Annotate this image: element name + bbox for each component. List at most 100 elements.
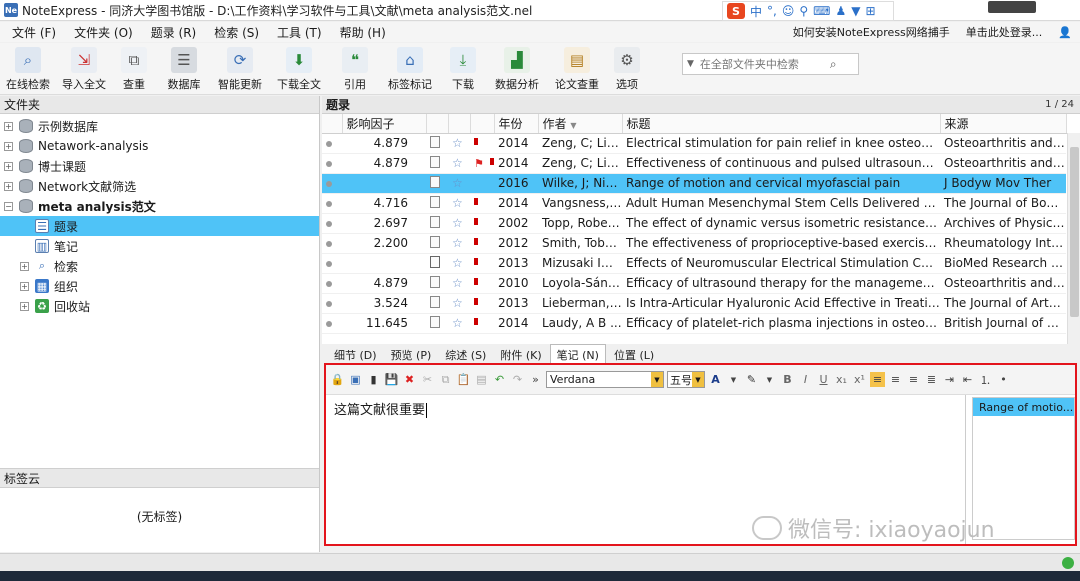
user-icon[interactable]: 👤 (1050, 26, 1080, 39)
document-icon[interactable] (426, 213, 448, 234)
tab-attachments[interactable]: 附件 (K) (494, 345, 547, 365)
tree-item-records[interactable]: ☰ 题录 (0, 216, 319, 236)
online-search-button[interactable]: ⌕ 在线检索 (0, 43, 56, 95)
cite-button[interactable]: ❝ 引用 (330, 43, 380, 95)
attachment-link-icon[interactable] (426, 253, 448, 274)
database-button[interactable]: ☰ 数据库 (156, 43, 212, 95)
star-icon[interactable]: ☆ (448, 313, 470, 334)
indent-icon[interactable]: ⇥ (942, 372, 957, 387)
col-star[interactable] (448, 114, 471, 134)
install-capture-link[interactable]: 如何安装NoteExpress网络捕手 (785, 24, 958, 40)
tab-details[interactable]: 细节 (D) (328, 345, 383, 365)
tree-item-netawork[interactable]: + Netawork-analysis (0, 136, 319, 156)
ime-mic-icon[interactable]: ⚲ (799, 4, 808, 18)
col-year[interactable]: 年份 (494, 114, 539, 134)
tree-item-phd[interactable]: + 博士课题 (0, 156, 319, 176)
ime-punct-icon[interactable]: °, (767, 4, 777, 18)
expand-icon[interactable]: + (4, 141, 13, 151)
flag-cell[interactable] (470, 213, 494, 234)
smart-update-button[interactable]: ⟳ 智能更新 (212, 43, 268, 95)
col-impact-factor[interactable]: 影响因子 (342, 114, 427, 134)
table-row[interactable]: 11.645 ☆ 2014 Laudy, A B ... Efficacy of… (322, 313, 1066, 334)
col-flag[interactable] (470, 114, 495, 134)
insert-icon[interactable]: ▣ (348, 372, 363, 387)
paste-special-icon[interactable]: ▤ (474, 372, 489, 387)
document-icon[interactable] (426, 293, 448, 314)
folder-search-box[interactable]: ▼ ⌕ (682, 53, 859, 75)
ime-emoji-icon[interactable]: ☺ (782, 4, 795, 18)
highlight-icon[interactable]: ✎ (744, 372, 759, 387)
menu-record[interactable]: 题录 (R) (151, 24, 197, 41)
menu-help[interactable]: 帮助 (H) (340, 24, 386, 41)
outdent-icon[interactable]: ⇤ (960, 372, 975, 387)
copy-icon[interactable]: ⧉ (438, 372, 453, 387)
col-title[interactable]: 标题 (622, 114, 941, 134)
font-color-icon[interactable]: A (708, 372, 723, 387)
tab-location[interactable]: 位置 (L) (608, 345, 660, 365)
options-button[interactable]: ⚙ 选项 (606, 43, 648, 95)
star-icon[interactable]: ☆ (448, 213, 470, 234)
red-flag-icon[interactable]: ⚑ (470, 153, 494, 174)
font-size-select[interactable]: 五号 ▼ (667, 371, 705, 388)
lock-icon[interactable]: 🔒 (330, 372, 345, 387)
flag-cell[interactable] (470, 173, 494, 194)
tree-item-meta-analysis[interactable]: − meta analysis范文 (0, 196, 319, 216)
expand-icon[interactable]: + (20, 301, 29, 311)
search-scope-dropdown-icon[interactable]: ▼ (687, 59, 694, 69)
ime-user-icon[interactable]: ♟ (835, 4, 846, 18)
table-row[interactable]: 4.879 ☆ 2014 Zeng, C; Li, ... Electrical… (322, 133, 1066, 154)
document-icon[interactable] (426, 153, 448, 174)
import-fulltext-button[interactable]: ⇲ 导入全文 (56, 43, 112, 95)
menu-search[interactable]: 检索 (S) (214, 24, 259, 41)
paste-icon[interactable]: 📋 (456, 372, 471, 387)
document-icon[interactable] (426, 133, 448, 154)
col-author[interactable]: 作者 ▼ (538, 114, 623, 134)
document-icon[interactable] (426, 233, 448, 254)
ime-skin-icon[interactable]: ▼ (851, 4, 860, 18)
align-center-icon[interactable]: ≡ (888, 372, 903, 387)
tab-summary[interactable]: 综述 (S) (439, 345, 492, 365)
login-link[interactable]: 单击此处登录... (958, 24, 1051, 40)
ime-grid-icon[interactable]: ⊞ (865, 4, 875, 18)
align-left-icon[interactable]: ≡ (870, 372, 885, 387)
records-scrollbar[interactable] (1067, 133, 1080, 344)
tree-item-organize[interactable]: + ▦ 组织 (0, 276, 319, 296)
undo-icon[interactable]: ↶ (492, 372, 507, 387)
star-icon[interactable]: ☆ (448, 233, 470, 254)
expand-icon[interactable]: + (4, 121, 13, 131)
expand-icon[interactable]: + (4, 161, 13, 171)
flag-cell[interactable] (470, 133, 494, 154)
table-row[interactable]: 4.879 ☆ ⚑ 2014 Zeng, C; Li, ... Effectiv… (322, 153, 1066, 174)
menu-tools[interactable]: 工具 (T) (277, 24, 322, 41)
col-source[interactable]: 来源 (940, 114, 1067, 134)
book-icon[interactable]: ▮ (366, 372, 381, 387)
linked-record-item[interactable]: Range of motio... (973, 398, 1074, 416)
align-right-icon[interactable]: ≡ (906, 372, 921, 387)
table-row[interactable]: ☆ 2013 Mizusaki Im... Effects of Neuromu… (322, 253, 1066, 274)
ime-toolbar[interactable]: S 中 °, ☺ ⚲ ⌨ ♟ ▼ ⊞ (722, 1, 894, 21)
superscript-icon[interactable]: x¹ (852, 372, 867, 387)
expand-icon[interactable]: + (20, 261, 29, 271)
star-icon[interactable]: ☆ (448, 253, 470, 274)
star-icon[interactable]: ☆ (448, 153, 470, 174)
flag-cell[interactable] (470, 233, 494, 254)
ime-keyboard-icon[interactable]: ⌨ (813, 4, 830, 18)
tree-item-recycle[interactable]: + ♻ 回收站 (0, 296, 319, 316)
tag-mark-button[interactable]: ⌂ 标签标记 (380, 43, 440, 95)
table-row[interactable]: 4.716 ☆ 2014 Vangsness, ... Adult Human … (322, 193, 1066, 214)
col-status[interactable] (322, 114, 343, 134)
expand-icon[interactable]: + (20, 281, 29, 291)
document-icon[interactable] (426, 173, 448, 194)
underline-icon[interactable]: U (816, 372, 831, 387)
cut-icon[interactable]: ✂ (420, 372, 435, 387)
star-icon[interactable]: ☆ (448, 133, 470, 154)
table-row-selected[interactable]: ☆ 2016 Wilke, J; Nie... Range of motion … (322, 173, 1066, 194)
font-family-select[interactable]: Verdana ▼ (546, 371, 664, 388)
paper-check-button[interactable]: ▤ 论文查重 (548, 43, 606, 95)
redo-icon[interactable]: ↷ (510, 372, 525, 387)
star-icon[interactable]: ☆ (448, 293, 470, 314)
collapse-icon[interactable]: − (4, 201, 13, 211)
table-row[interactable]: 3.524 ☆ 2013 Lieberman, J... Is Intra-Ar… (322, 293, 1066, 314)
document-icon[interactable] (426, 313, 448, 334)
ime-chinese-mode-icon[interactable]: 中 (750, 3, 762, 20)
